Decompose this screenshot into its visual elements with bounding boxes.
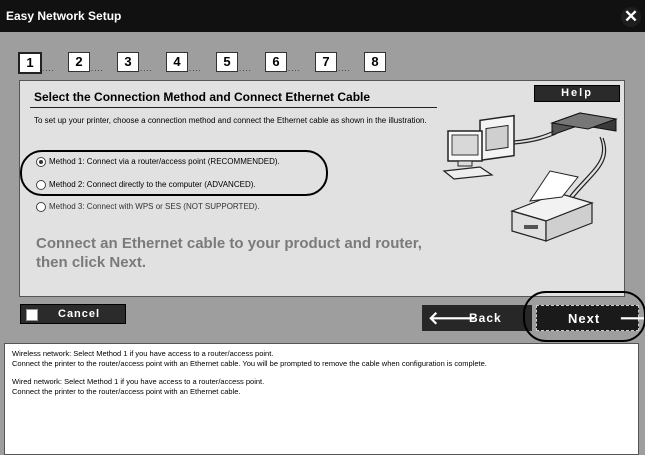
instructions-text: To set up your printer, choose a connect… <box>34 116 427 125</box>
method-3-label: Method 3: Connect with WPS or SES (NOT S… <box>49 202 260 211</box>
cancel-button[interactable]: Cancel <box>20 304 126 324</box>
next-button[interactable]: Next 🡒 <box>536 305 645 331</box>
router-icon <box>550 112 618 137</box>
easy-network-setup-window: Easy Network Setup ✕ 1 .... 2 .... 3 ...… <box>0 0 645 455</box>
step-6: 6 <box>265 52 287 72</box>
method-2-label: Method 2: Connect directly to the comput… <box>49 180 256 189</box>
step-dots: .... <box>338 64 351 73</box>
step-dots: .... <box>189 64 202 73</box>
back-button[interactable]: 🡐 Back <box>422 305 532 331</box>
window-title: Easy Network Setup <box>6 9 122 23</box>
step-dots: .... <box>91 64 104 73</box>
title-divider <box>30 107 437 108</box>
method-2-option[interactable]: Method 2: Connect directly to the comput… <box>36 179 256 191</box>
connection-method-panel: Select the Connection Method and Connect… <box>19 80 625 297</box>
step-dots: .... <box>42 64 55 73</box>
instruction-message: Connect an Ethernet cable to your produc… <box>36 235 422 271</box>
step-5: 5 <box>216 52 238 72</box>
next-label: Next <box>568 311 601 326</box>
step-8: 8 <box>364 52 386 72</box>
method-2-radio[interactable] <box>36 179 46 190</box>
step-dots: .... <box>239 64 252 73</box>
desc-line: Wireless network: Select Method 1 if you… <box>12 349 274 358</box>
printer-icon <box>510 170 594 242</box>
desc-line: Connect the printer to the router/access… <box>12 358 487 368</box>
network-illustration <box>442 112 618 242</box>
step-7: 7 <box>315 52 337 72</box>
panel-title: Select the Connection Method and Connect… <box>34 90 371 104</box>
back-label: Back <box>469 311 502 325</box>
method-1-label: Method 1: Connect via a router/access po… <box>49 157 280 166</box>
arrow-right-icon: 🡒 <box>619 308 645 328</box>
computer-icon <box>442 114 515 180</box>
method-3-radio[interactable] <box>36 201 46 212</box>
step-1: 1 <box>18 52 42 74</box>
desc-line: Connect the printer to the router/access… <box>12 386 241 396</box>
description-box: Wireless network: Select Method 1 if you… <box>4 343 639 455</box>
method-3-option[interactable]: Method 3: Connect with WPS or SES (NOT S… <box>36 201 259 213</box>
title-bar: Easy Network Setup ✕ <box>0 0 645 32</box>
desc-line: Wired network: Select Method 1 if you ha… <box>12 377 265 386</box>
step-3: 3 <box>117 52 139 72</box>
step-dots: .... <box>288 64 301 73</box>
cancel-checkbox-icon <box>26 309 38 321</box>
step-dots: .... <box>140 64 153 73</box>
help-button[interactable]: Help <box>534 85 620 102</box>
cancel-label: Cancel <box>58 308 101 320</box>
method-1-option[interactable]: Method 1: Connect via a router/access po… <box>36 156 280 168</box>
step-2: 2 <box>68 52 90 72</box>
method-1-radio[interactable] <box>36 156 46 167</box>
step-4: 4 <box>166 52 188 72</box>
close-icon[interactable]: ✕ <box>621 7 641 27</box>
